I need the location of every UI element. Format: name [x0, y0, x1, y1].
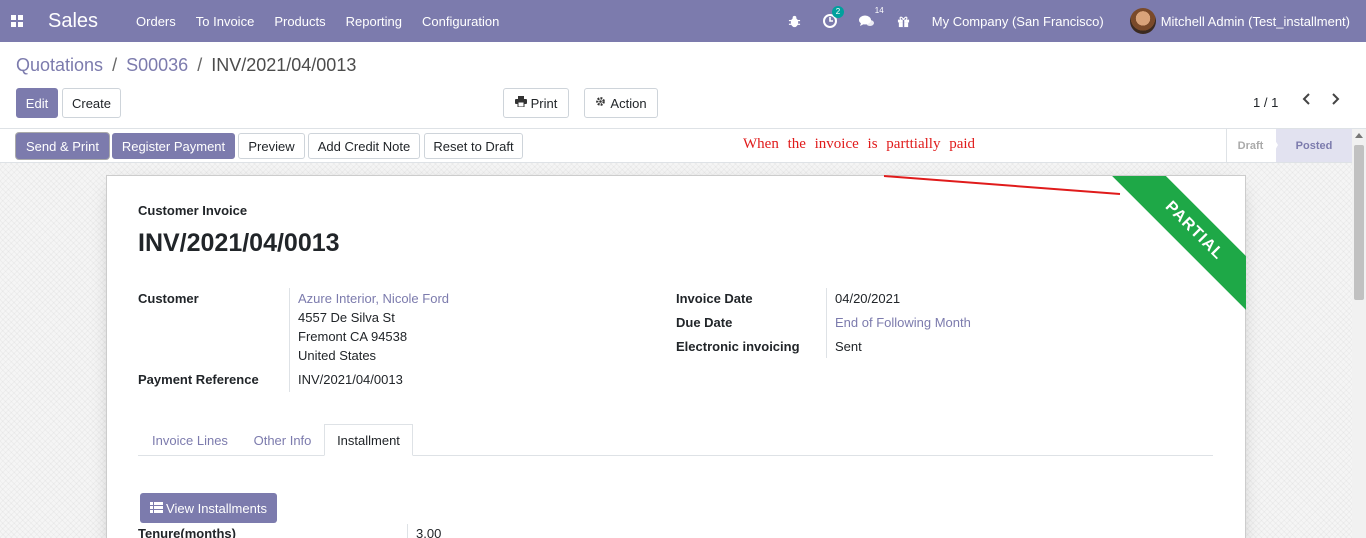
- top-navbar: Sales Orders To Invoice Products Reporti…: [0, 0, 1366, 42]
- breadcrumb-order[interactable]: S00036: [126, 55, 188, 75]
- list-icon: [150, 501, 164, 516]
- tenure-value: 3.00: [416, 526, 442, 538]
- pager-value[interactable]: 1 / 1: [1253, 95, 1278, 110]
- action-label: Action: [610, 95, 647, 111]
- tab-invoice-lines[interactable]: Invoice Lines: [140, 424, 240, 456]
- breadcrumb-quotations[interactable]: Quotations: [16, 55, 103, 75]
- menu-reporting[interactable]: Reporting: [346, 14, 402, 29]
- electronic-invoicing-value: Sent: [835, 339, 862, 354]
- messages-count: 14: [874, 6, 884, 15]
- gear-icon: [595, 96, 606, 110]
- menu-to-invoice[interactable]: To Invoice: [196, 14, 255, 29]
- breadcrumb-current: INV/2021/04/0013: [211, 55, 357, 75]
- app-name[interactable]: Sales: [48, 10, 98, 33]
- annotation-note: When the invoice is parttially paid: [743, 136, 976, 152]
- pager-next-icon[interactable]: [1330, 90, 1340, 110]
- invoice-type-label: Customer Invoice: [138, 203, 248, 218]
- due-date-value[interactable]: End of Following Month: [835, 315, 971, 330]
- customer-name-link[interactable]: Azure Interior, Nicole Ford: [298, 291, 449, 306]
- annotation-arrow: [883, 175, 1121, 195]
- electronic-invoicing-label: Electronic invoicing: [676, 339, 800, 354]
- customer-label: Customer: [138, 291, 199, 306]
- printer-icon: [514, 96, 527, 110]
- scroll-thumb[interactable]: [1354, 145, 1364, 300]
- field-divider: [289, 288, 290, 392]
- action-button[interactable]: Action: [584, 88, 658, 118]
- field-divider: [826, 288, 827, 358]
- gift-icon[interactable]: [897, 15, 910, 28]
- add-credit-note-button[interactable]: Add Credit Note: [308, 133, 420, 159]
- edit-button[interactable]: Edit: [16, 88, 58, 118]
- page-scrollbar[interactable]: [1352, 129, 1366, 538]
- view-installments-label: View Installments: [166, 500, 267, 516]
- stage-draft: Draft: [1226, 129, 1274, 162]
- pager-previous-icon[interactable]: [1302, 90, 1312, 110]
- send-print-button[interactable]: Send & Print: [16, 133, 109, 159]
- tab-installment[interactable]: Installment: [324, 424, 413, 456]
- preview-button[interactable]: Preview: [238, 133, 305, 159]
- company-switcher[interactable]: My Company (San Francisco): [932, 14, 1104, 29]
- field-divider: [407, 524, 408, 538]
- user-menu[interactable]: Mitchell Admin (Test_installment): [1161, 14, 1350, 29]
- address-street: 4557 De Silva St: [298, 310, 395, 325]
- activity-clock-icon[interactable]: 2: [822, 6, 845, 28]
- view-installments-button[interactable]: View Installments: [140, 493, 277, 523]
- breadcrumb: Quotations / S00036 / INV/2021/04/0013: [16, 55, 356, 76]
- invoice-date-value: 04/20/2021: [835, 291, 901, 306]
- breadcrumb-separator: /: [112, 55, 118, 75]
- menu-configuration[interactable]: Configuration: [422, 14, 499, 29]
- messages-icon[interactable]: 14: [858, 6, 884, 28]
- register-payment-button[interactable]: Register Payment: [112, 133, 235, 159]
- tenure-label: Tenure(months): [138, 526, 236, 538]
- print-label: Print: [530, 95, 558, 111]
- payment-reference-label: Payment Reference: [138, 372, 259, 387]
- activity-count-badge: 2: [831, 6, 845, 18]
- apps-menu-icon[interactable]: [0, 0, 34, 42]
- due-date-label: Due Date: [676, 315, 733, 330]
- menu-products[interactable]: Products: [274, 14, 325, 29]
- stage-arrow: [1268, 129, 1278, 162]
- invoice-number: INV/2021/04/0013: [138, 229, 340, 257]
- invoice-date-label: Invoice Date: [676, 291, 753, 306]
- breadcrumb-separator: /: [197, 55, 203, 75]
- tab-other-info[interactable]: Other Info: [243, 424, 322, 456]
- user-avatar[interactable]: [1129, 8, 1156, 34]
- payment-reference-value: INV/2021/04/0013: [298, 372, 403, 387]
- stage-posted: Posted: [1276, 129, 1352, 162]
- create-button[interactable]: Create: [62, 88, 121, 118]
- debug-bug-icon[interactable]: [788, 15, 801, 28]
- address-city: Fremont CA 94538: [298, 329, 408, 344]
- address-country: United States: [298, 348, 377, 363]
- scroll-up-icon[interactable]: [1355, 133, 1363, 138]
- print-button[interactable]: Print: [503, 88, 569, 118]
- menu-orders[interactable]: Orders: [136, 14, 176, 29]
- reset-to-draft-button[interactable]: Reset to Draft: [424, 133, 523, 159]
